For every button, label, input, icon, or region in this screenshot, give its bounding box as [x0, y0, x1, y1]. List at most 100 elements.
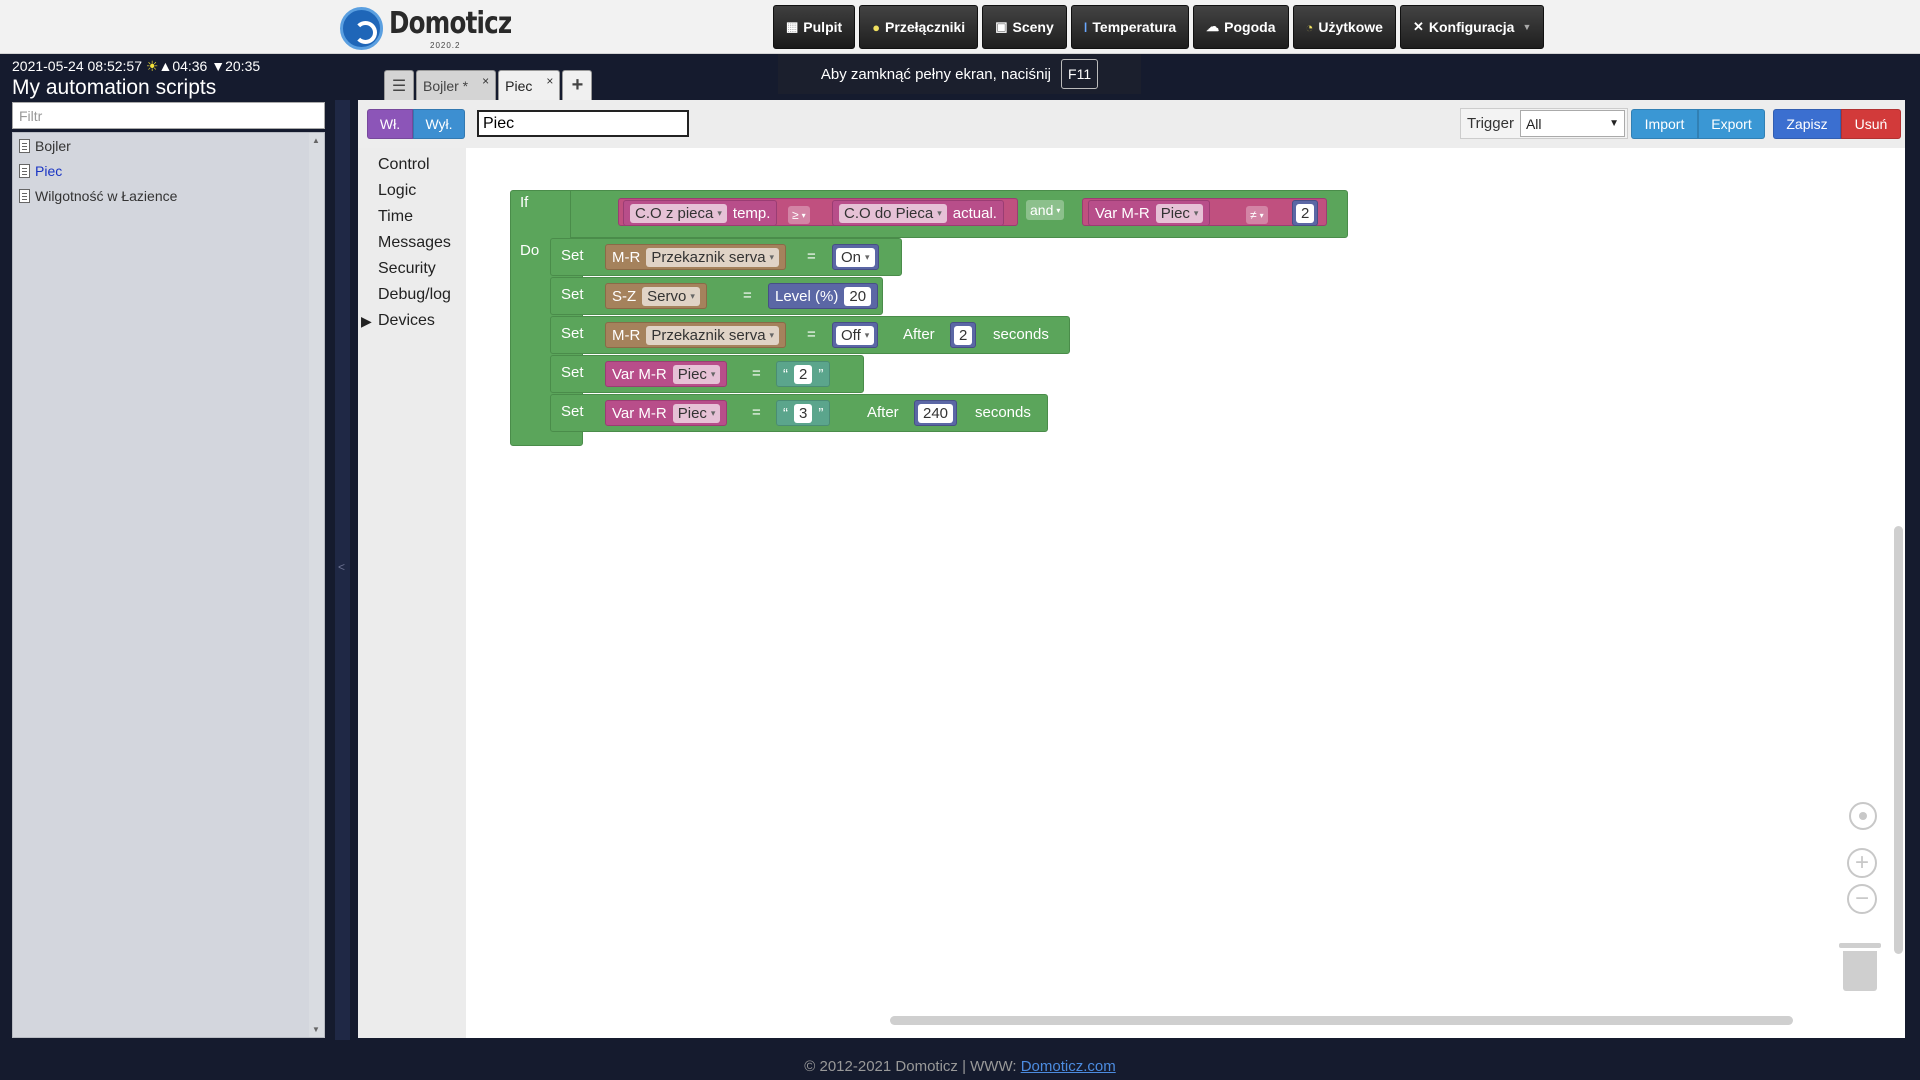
delete-button[interactable]: Usuń [1841, 109, 1901, 139]
number-block[interactable]: 2 [950, 322, 977, 348]
enable-button[interactable]: Wł. [367, 109, 413, 139]
blockly-editor: Wł. Wył. Trigger All▼ Import Export Zapi… [358, 100, 1905, 1038]
thermometer-icon: ǀ [1083, 19, 1088, 35]
nav-weather[interactable]: ☁ Pogoda [1193, 5, 1289, 49]
plus-icon: + [571, 74, 584, 96]
expand-arrow-icon: ▶ [361, 312, 372, 329]
document-icon [19, 138, 30, 153]
list-item[interactable]: Bojler [13, 133, 324, 158]
domoticz-logo[interactable]: Domoticz 2020.2 [340, 5, 512, 51]
toolbox-category-time[interactable]: Time [358, 204, 466, 230]
page-footer: © 2012-2021 Domoticz | WWW: Domoticz.com [804, 1058, 1116, 1075]
device-block[interactable]: S-Z Servo [605, 283, 707, 309]
sunset-icon: ▼ [211, 58, 226, 74]
compare-operator[interactable]: ≥ [788, 206, 810, 224]
brand-name: Domoticz [389, 6, 512, 41]
block-toolbox: Control Logic Time Messages Security Deb… [358, 148, 466, 1038]
scroll-down-icon[interactable]: ▼ [312, 1025, 320, 1034]
nav-setup[interactable]: ✕ Konfiguracja ▼ [1399, 5, 1545, 49]
editor-toolbar: Wł. Wył. Trigger All▼ Import Export Zapi… [358, 100, 1905, 148]
toolbox-category-control[interactable]: Control [358, 152, 466, 178]
number-block[interactable]: 2 [1292, 200, 1319, 226]
variable-block[interactable]: Var M-R Piec [605, 400, 728, 426]
zoom-out-icon[interactable]: − [1847, 884, 1877, 914]
device-block[interactable]: M-R Przekaznik serva [605, 322, 787, 348]
trigger-selector: Trigger All ▼ [1460, 108, 1628, 139]
state-block[interactable]: Off [832, 322, 879, 348]
text-block[interactable]: “3” [776, 400, 831, 426]
logic-operator[interactable]: and [1026, 200, 1065, 220]
disable-button[interactable]: Wył. [413, 109, 465, 139]
vertical-scrollbar[interactable] [1894, 526, 1903, 954]
close-icon[interactable]: × [482, 74, 489, 88]
add-tab-button[interactable]: + [562, 70, 593, 100]
blockly-workspace[interactable]: If Do C.O z piecatemp. ≥ C.O do Piecaact… [466, 148, 1905, 1038]
horizontal-scrollbar[interactable] [890, 1016, 1793, 1025]
compare-operator[interactable]: ≠ [1246, 206, 1268, 224]
nav-utility[interactable]: ◔ Użytkowe [1292, 5, 1396, 49]
level-block[interactable]: Level (%) 20 [768, 283, 879, 309]
list-item[interactable]: Piec [13, 158, 324, 183]
toolbox-category-debug[interactable]: Debug/log [358, 282, 466, 308]
toolbox-category-devices[interactable]: ▶ Devices [358, 308, 466, 334]
chevron-down-icon: ▼ [1609, 118, 1619, 129]
device-block[interactable]: C.O do Piecaactual. [832, 200, 1004, 226]
dashboard-icon: ▦ [786, 19, 799, 34]
scroll-up-icon[interactable]: ▲ [312, 136, 320, 145]
f11-key: F11 [1061, 59, 1099, 89]
sunrise-icon: ▲ [158, 58, 173, 74]
text-block[interactable]: “2” [776, 361, 831, 387]
variable-block[interactable]: Var M-R Piec [605, 361, 728, 387]
do-keyword: Do [520, 242, 540, 259]
trigger-label: Trigger [1467, 115, 1514, 132]
toolbox-category-logic[interactable]: Logic [358, 178, 466, 204]
number-block[interactable]: 240 [914, 400, 958, 426]
editor-tabs: ☰ Bojler * × Piec × + [384, 70, 593, 100]
save-button[interactable]: Zapisz [1773, 109, 1841, 139]
panel-title: My automation scripts [12, 76, 217, 99]
nav-switches[interactable]: ● Przełączniki [859, 5, 979, 49]
zoom-in-icon[interactable]: + [1847, 848, 1877, 878]
main-menu: ▦ Pulpit ● Przełączniki ▣ Sceny ǀ Temperatur… [773, 5, 1545, 49]
nav-scenes[interactable]: ▣ Sceny [982, 5, 1067, 49]
recenter-icon[interactable] [1849, 802, 1877, 830]
toolbox-category-messages[interactable]: Messages [358, 230, 466, 256]
tab-bojler[interactable]: Bojler * × [416, 70, 497, 100]
export-button[interactable]: Export [1698, 109, 1765, 139]
brand-version: 2020.2 [430, 41, 461, 50]
domoticz-link[interactable]: Domoticz.com [1021, 1058, 1116, 1075]
if-keyword: If [520, 194, 529, 211]
tab-piec[interactable]: Piec × [498, 70, 561, 100]
device-block[interactable]: C.O z piecatemp. [623, 200, 778, 226]
utility-icon: ◔ [1305, 19, 1314, 35]
fullscreen-hint: Aby zamknąć pełny ekran, naciśnij F11 [778, 54, 1141, 94]
nav-temperature[interactable]: ǀ Temperatura [1070, 5, 1190, 49]
datetime-status: 2021-05-24 08:52:57 ☀▲04:36 ▼20:35 [12, 58, 261, 74]
trigger-select[interactable]: All ▼ [1519, 110, 1625, 137]
filter-input[interactable] [12, 102, 325, 129]
chevron-left-icon[interactable]: < [338, 560, 345, 574]
list-scrollbar[interactable]: ▲ ▼ [309, 133, 324, 1037]
variable-block[interactable]: Var M-R Piec [1088, 200, 1211, 226]
top-navbar: Domoticz 2020.2 ▦ Pulpit ● Przełączniki ▣ S… [0, 0, 1920, 54]
menu-icon: ☰ [391, 77, 407, 95]
sun-icon: ☀ [145, 58, 159, 74]
toolbox-category-security[interactable]: Security [358, 256, 466, 282]
import-button[interactable]: Import [1631, 109, 1698, 139]
panel-splitter[interactable]: < [335, 100, 350, 1040]
tabs-menu-button[interactable]: ☰ [384, 70, 414, 100]
document-icon [19, 163, 30, 178]
wrench-icon: ✕ [1412, 19, 1424, 34]
scene-icon: ▣ [995, 19, 1008, 34]
device-block[interactable]: M-R Przekaznik serva [605, 244, 787, 270]
document-icon [19, 188, 30, 203]
state-block[interactable]: On [832, 244, 879, 270]
domoticz-logo-icon [340, 7, 383, 50]
close-icon[interactable]: × [546, 74, 553, 88]
list-item[interactable]: Wilgotność w Łazience [13, 183, 324, 208]
nav-dashboard[interactable]: ▦ Pulpit [773, 5, 856, 49]
trash-icon[interactable] [1839, 943, 1881, 991]
chevron-down-icon: ▼ [1522, 22, 1532, 32]
script-name-input[interactable] [477, 110, 689, 137]
if-do-block[interactable]: If Do C.O z piecatemp. ≥ C.O do Piecaact… [510, 190, 1348, 446]
